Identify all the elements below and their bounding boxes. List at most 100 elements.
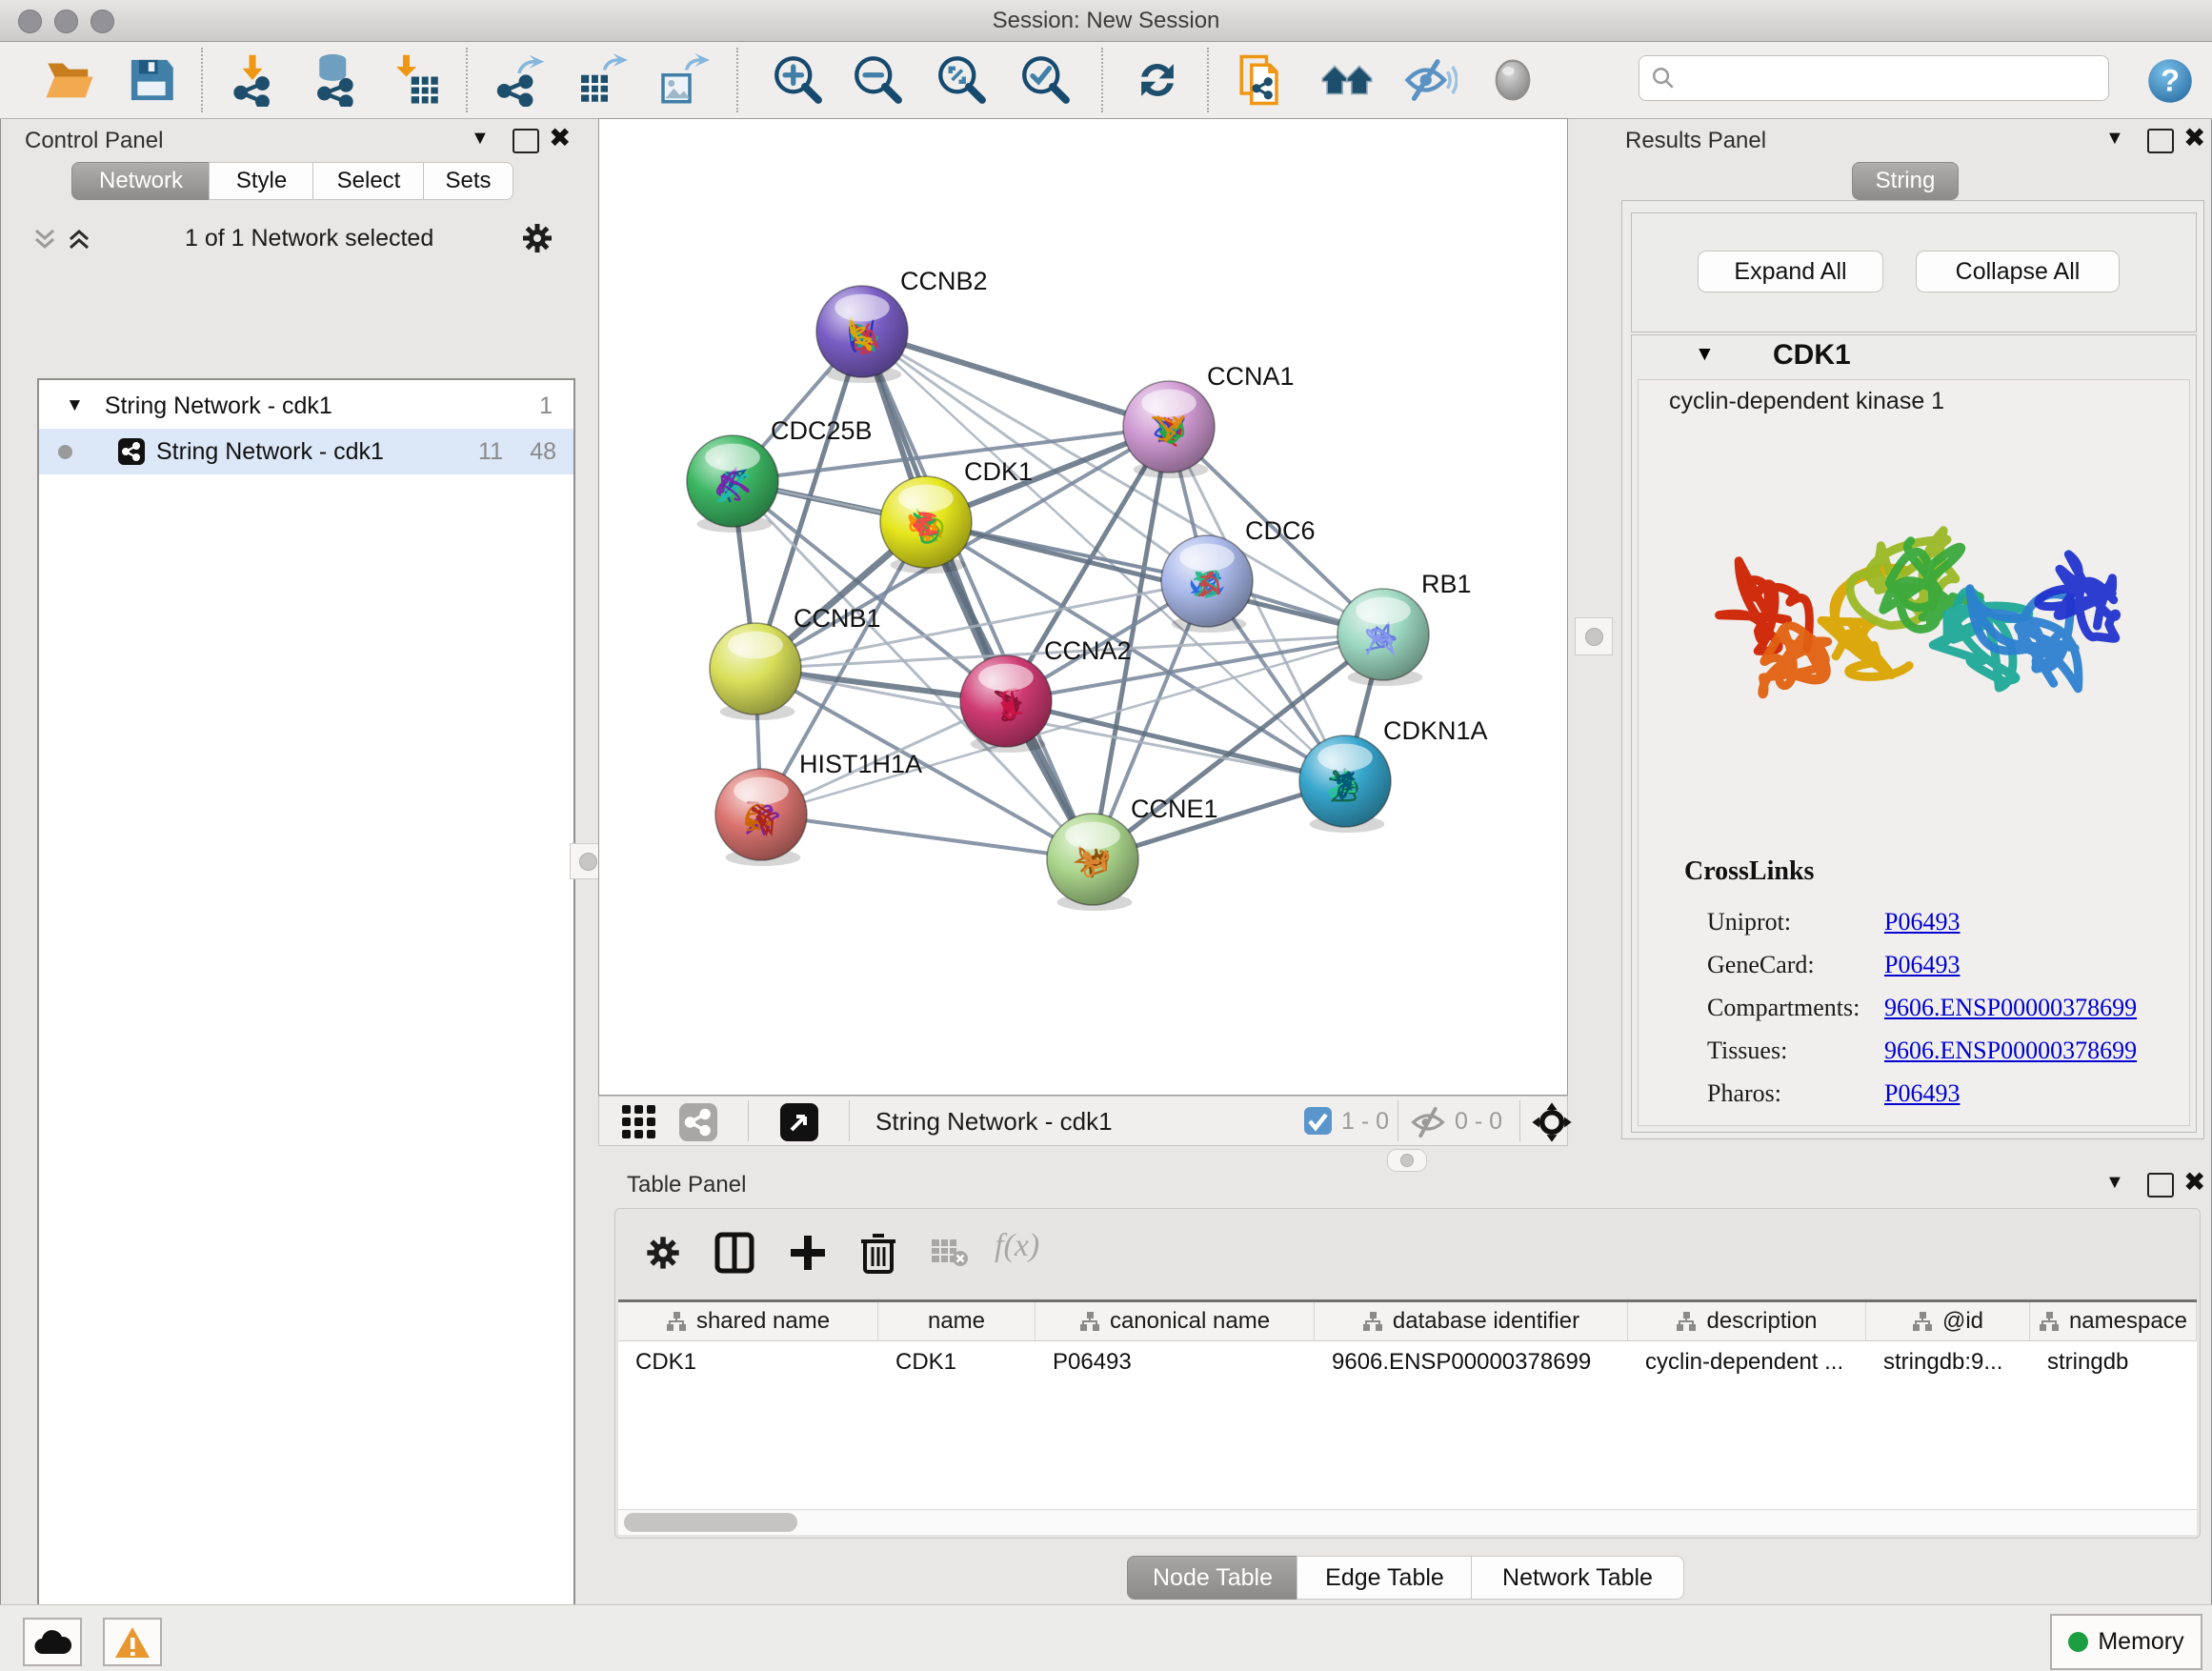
memory-button[interactable]: Memory [2050,1614,2202,1670]
control-panel-menu-icon[interactable]: ▼ [471,128,490,150]
export-network-button[interactable] [491,51,548,109]
birds-eye-view-icon[interactable] [780,1103,818,1141]
horizontal-scrollbar[interactable] [618,1509,2197,1535]
node-CDK1[interactable]: CDK1 [880,457,1033,574]
section-collapse-icon[interactable]: ▼ [1695,343,1715,366]
zoom-out-button[interactable] [850,51,907,109]
network-row-selected[interactable]: String Network - cdk1 11 48 [39,429,573,474]
table-cell[interactable]: CDK1 [618,1341,878,1383]
network-view-share-icon[interactable] [679,1103,717,1141]
edge-CCNB2-CCNA1[interactable] [862,332,1169,427]
warning-status-button[interactable] [103,1618,162,1666]
export-table-button[interactable] [573,51,630,109]
collection-expand-icon[interactable]: ▼ [66,395,84,416]
collapse-all-button[interactable]: Collapse All [1916,251,2120,292]
edge-CCNB2-CCNE1[interactable] [862,332,1093,859]
table-cell[interactable]: stringdb:9... [1866,1341,2030,1383]
control-panel-close-icon[interactable]: ✖ [549,128,571,149]
zoom-selected-button[interactable] [1017,51,1075,109]
expand-all-label: Expand All [1734,258,1846,286]
export-image-button[interactable] [654,51,712,109]
column-header-@id[interactable]: @id [1866,1302,2030,1340]
zoom-in-button[interactable] [770,51,827,109]
tab-string[interactable]: String [1852,162,1959,200]
edge-CCNA2-CDKN1A[interactable] [1006,701,1345,781]
results-panel-close-icon[interactable]: ✖ [2183,128,2205,149]
column-header-namespace[interactable]: namespace [2030,1302,2197,1340]
table-options-gear-icon[interactable] [644,1234,682,1272]
expand-all-networks-icon[interactable] [65,225,93,253]
results-panel-menu-icon[interactable]: ▼ [2105,128,2124,150]
network-collection-row[interactable]: ▼ String Network - cdk1 1 [39,383,573,429]
node-HIST1H1A[interactable]: HIST1H1A [715,750,922,866]
add-column-icon[interactable] [787,1232,829,1274]
import-table-button[interactable] [388,51,445,109]
open-session-button[interactable] [41,51,98,109]
collapse-all-networks-icon[interactable] [30,225,59,253]
show-all-button[interactable] [1484,51,1541,109]
crosslink-link[interactable]: P06493 [1884,1079,1960,1108]
import-network-database-button[interactable] [306,51,363,109]
node-CCNB2[interactable]: CCNB2 [816,267,988,383]
tab-edge-table[interactable]: Edge Table [1297,1556,1473,1600]
table-cell[interactable]: cyclin-dependent ... [1628,1341,1866,1383]
first-neighbors-button[interactable] [1318,51,1376,109]
table-panel-menu-icon[interactable]: ▼ [2105,1172,2124,1194]
node-CCNA1[interactable]: CCNA1 [1123,362,1295,478]
column-header-canonical-name[interactable]: canonical name [1036,1302,1315,1340]
memory-status-icon [2068,1632,2088,1652]
results-panel-title: Results Panel [1625,128,1766,154]
grid-view-icon[interactable] [620,1103,658,1141]
import-network-file-button[interactable] [224,51,281,109]
fit-content-crosshair-icon[interactable] [1531,1101,1573,1143]
tab-sets[interactable]: Sets [423,162,513,200]
delete-column-icon[interactable] [859,1230,897,1276]
table-row[interactable]: CDK1CDK1P064939606.ENSP00000378699cyclin… [618,1341,2197,1383]
crosslink-link[interactable]: 9606.ENSP00000378699 [1884,1037,2137,1065]
crosslink-link[interactable]: P06493 [1884,951,1960,979]
column-header-description[interactable]: description [1628,1302,1866,1340]
tab-select[interactable]: Select [312,162,425,200]
table-cell[interactable]: P06493 [1036,1341,1315,1383]
node-RB1[interactable]: RB1 [1337,570,1472,686]
node-CDKN1A[interactable]: CDKN1A [1299,716,1488,833]
selected-count: 1 - 0 [1341,1108,1389,1136]
tab-style[interactable]: Style [209,162,314,200]
crosslink-link[interactable]: P06493 [1884,908,1960,936]
results-panel-float-icon[interactable] [2147,129,2174,153]
save-session-button[interactable] [123,51,180,109]
hide-selected-button[interactable] [1402,51,1459,109]
tab-network[interactable]: Network [71,162,211,200]
tab-network-table[interactable]: Network Table [1471,1556,1684,1600]
tab-node-table[interactable]: Node Table [1127,1556,1298,1600]
zoom-fit-button[interactable] [934,51,991,109]
column-header-name[interactable]: name [878,1302,1036,1340]
export-network-icon [493,53,546,107]
selected-checkbox-icon[interactable] [1304,1107,1332,1135]
table-cell[interactable]: 9606.ENSP00000378699 [1315,1341,1628,1383]
table-header-row: shared namenamecanonical namedatabase id… [618,1299,2197,1341]
help-button[interactable]: ? [2145,56,2195,111]
column-header-shared-name[interactable]: shared name [618,1302,878,1340]
results-splitter-handle[interactable] [1575,617,1613,655]
table-panel-float-icon[interactable] [2147,1173,2174,1198]
edge-HIST1H1A-CCNE1[interactable] [761,815,1093,859]
table-cell[interactable]: stringdb [2030,1341,2197,1383]
network-graph[interactable]: CCNB2CCNA1CDC25BCDK1CDC6RB1CCNB1CCNA2CDK… [598,118,1568,1096]
scrollbar-thumb[interactable] [624,1513,797,1532]
column-tree-icon [1912,1311,1933,1332]
network-from-clipboard-button[interactable] [1235,51,1292,109]
crosslink-link[interactable]: 9606.ENSP00000378699 [1884,994,2137,1022]
search-input[interactable] [1639,55,2109,101]
apply-layout-button[interactable] [1129,51,1186,109]
column-header-database-identifier[interactable]: database identifier [1315,1302,1628,1340]
table-panel-close-icon[interactable]: ✖ [2183,1172,2205,1193]
table-cell[interactable]: CDK1 [878,1341,1036,1383]
collapse-all-label: Collapse All [1956,258,2081,286]
control-panel-float-icon[interactable] [513,129,539,153]
show-columns-icon[interactable] [714,1232,754,1274]
expand-all-button[interactable]: Expand All [1698,251,1883,292]
cloud-status-button[interactable] [23,1618,82,1666]
node-CDC6[interactable]: CDC6 [1161,516,1316,633]
network-options-gear-icon[interactable] [520,221,554,255]
